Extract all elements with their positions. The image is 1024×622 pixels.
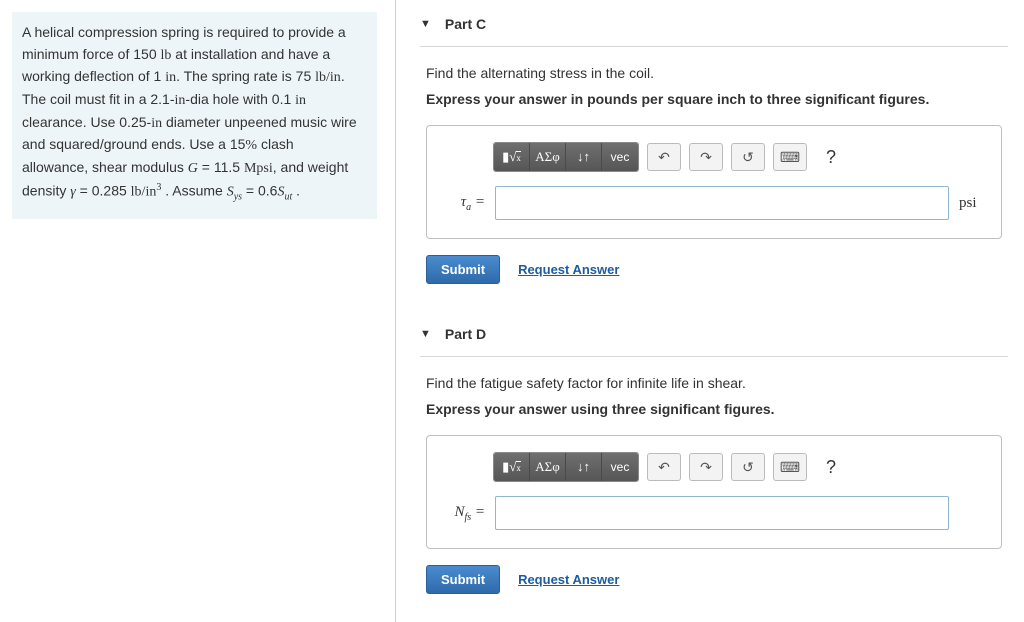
part-d-answer-box: ▮√x ΑΣφ ↓↑ vec ↶ ↷ ↺ ⌨ ? Nfs =	[426, 435, 1002, 549]
part-d-var-label: Nfs =	[443, 504, 485, 523]
part-c-header[interactable]: ▼ Part C	[420, 10, 1008, 46]
part-c-answer-box: ▮√x ΑΣφ ↓↑ vec ↶ ↷ ↺ ⌨ ? τa = psi	[426, 125, 1002, 239]
tool-group-dark: ▮√x ΑΣφ ↓↑ vec	[493, 452, 639, 482]
reset-button[interactable]: ↺	[731, 143, 765, 171]
greek-button[interactable]: ΑΣφ	[530, 453, 566, 481]
undo-button[interactable]: ↶	[647, 453, 681, 481]
part-c-request-answer-link[interactable]: Request Answer	[518, 262, 619, 277]
scripts-button[interactable]: ↓↑	[566, 143, 602, 171]
part-c-instruction: Express your answer in pounds per square…	[426, 91, 1002, 107]
part-d-request-answer-link[interactable]: Request Answer	[518, 572, 619, 587]
reset-button[interactable]: ↺	[731, 453, 765, 481]
caret-down-icon: ▼	[420, 18, 431, 30]
part-c-block: ▼ Part C Find the alternating stress in …	[420, 10, 1008, 310]
help-button[interactable]: ?	[817, 453, 845, 481]
problem-statement: A helical compression spring is required…	[12, 12, 377, 219]
part-d-block: ▼ Part D Find the fatigue safety factor …	[420, 320, 1008, 620]
keyboard-button[interactable]: ⌨	[773, 453, 807, 481]
part-c-var-label: τa =	[443, 194, 485, 213]
redo-button[interactable]: ↷	[689, 143, 723, 171]
undo-button[interactable]: ↶	[647, 143, 681, 171]
part-c-answer-input[interactable]	[495, 186, 949, 220]
vec-button[interactable]: vec	[602, 143, 638, 171]
part-d-answer-input[interactable]	[495, 496, 949, 530]
greek-button[interactable]: ΑΣφ	[530, 143, 566, 171]
template-button[interactable]: ▮√x	[494, 143, 530, 171]
answer-panel: ▼ Part C Find the alternating stress in …	[396, 0, 1024, 622]
toolbar: ▮√x ΑΣφ ↓↑ vec ↶ ↷ ↺ ⌨ ?	[493, 452, 985, 482]
part-c-submit-button[interactable]: Submit	[426, 255, 500, 284]
redo-button[interactable]: ↷	[689, 453, 723, 481]
part-d-title: Part D	[445, 326, 486, 342]
part-d-header[interactable]: ▼ Part D	[420, 320, 1008, 356]
part-d-prompt: Find the fatigue safety factor for infin…	[426, 375, 1002, 391]
tool-group-dark: ▮√x ΑΣφ ↓↑ vec	[493, 142, 639, 172]
part-c-unit: psi	[959, 195, 985, 212]
part-c-prompt: Find the alternating stress in the coil.	[426, 65, 1002, 81]
scripts-button[interactable]: ↓↑	[566, 453, 602, 481]
template-button[interactable]: ▮√x	[494, 453, 530, 481]
part-c-title: Part C	[445, 16, 486, 32]
toolbar: ▮√x ΑΣφ ↓↑ vec ↶ ↷ ↺ ⌨ ?	[493, 142, 985, 172]
part-d-submit-button[interactable]: Submit	[426, 565, 500, 594]
keyboard-button[interactable]: ⌨	[773, 143, 807, 171]
caret-down-icon: ▼	[420, 328, 431, 340]
vec-button[interactable]: vec	[602, 453, 638, 481]
part-d-instruction: Express your answer using three signific…	[426, 401, 1002, 417]
help-button[interactable]: ?	[817, 143, 845, 171]
problem-panel: A helical compression spring is required…	[0, 0, 395, 622]
